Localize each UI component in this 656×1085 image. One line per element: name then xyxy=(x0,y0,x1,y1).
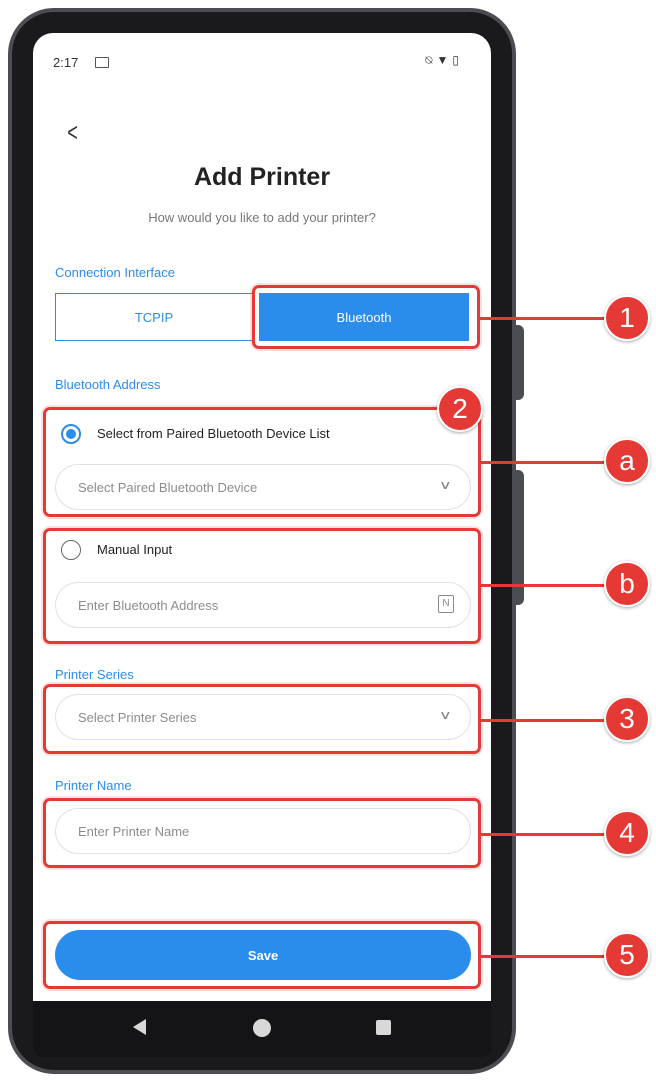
highlight-printer-series xyxy=(43,684,481,754)
callout-1: 1 xyxy=(604,295,650,341)
nav-recents-icon[interactable] xyxy=(376,1020,391,1035)
connector-4 xyxy=(481,833,608,836)
connector-1 xyxy=(480,317,608,320)
callout-2: 2 xyxy=(437,386,483,432)
page-subtitle: How would you like to add your printer? xyxy=(148,210,376,225)
battery-icon: ▯ xyxy=(452,53,463,67)
connector-a xyxy=(481,461,608,464)
mute-icon: ⍉ xyxy=(425,53,437,67)
callout-a: a xyxy=(604,438,650,484)
tcpip-tab[interactable]: TCPIP xyxy=(55,293,253,341)
android-nav-bar xyxy=(33,1001,491,1057)
callout-4: 4 xyxy=(604,810,650,856)
nav-home-icon[interactable] xyxy=(253,1019,271,1037)
highlight-bluetooth-tab xyxy=(252,285,480,349)
connector-5 xyxy=(481,955,608,958)
callout-3: 3 xyxy=(604,696,650,742)
status-time: 2:17 xyxy=(53,55,79,70)
callout-b: b xyxy=(604,561,650,607)
wifi-icon: ▼ xyxy=(436,53,453,67)
printer-series-label: Printer Series xyxy=(55,667,134,682)
highlight-manual-option xyxy=(43,528,481,644)
back-chevron-icon[interactable]: < xyxy=(67,117,78,148)
page-title: Add Printer xyxy=(193,163,331,191)
sim-card-icon xyxy=(95,57,109,68)
nav-back-icon[interactable] xyxy=(133,1019,146,1035)
volume-button xyxy=(516,325,524,400)
connector-b xyxy=(481,584,608,587)
highlight-printer-name xyxy=(43,798,481,868)
highlight-save-button xyxy=(43,921,481,989)
connection-interface-label: Connection Interface xyxy=(55,265,175,280)
printer-name-label: Printer Name xyxy=(55,778,132,793)
connector-3 xyxy=(481,719,608,722)
bluetooth-address-label: Bluetooth Address xyxy=(55,377,161,392)
highlight-paired-option xyxy=(43,407,481,517)
status-icons: ⍉▼▯ xyxy=(425,53,463,68)
callout-5: 5 xyxy=(604,932,650,978)
